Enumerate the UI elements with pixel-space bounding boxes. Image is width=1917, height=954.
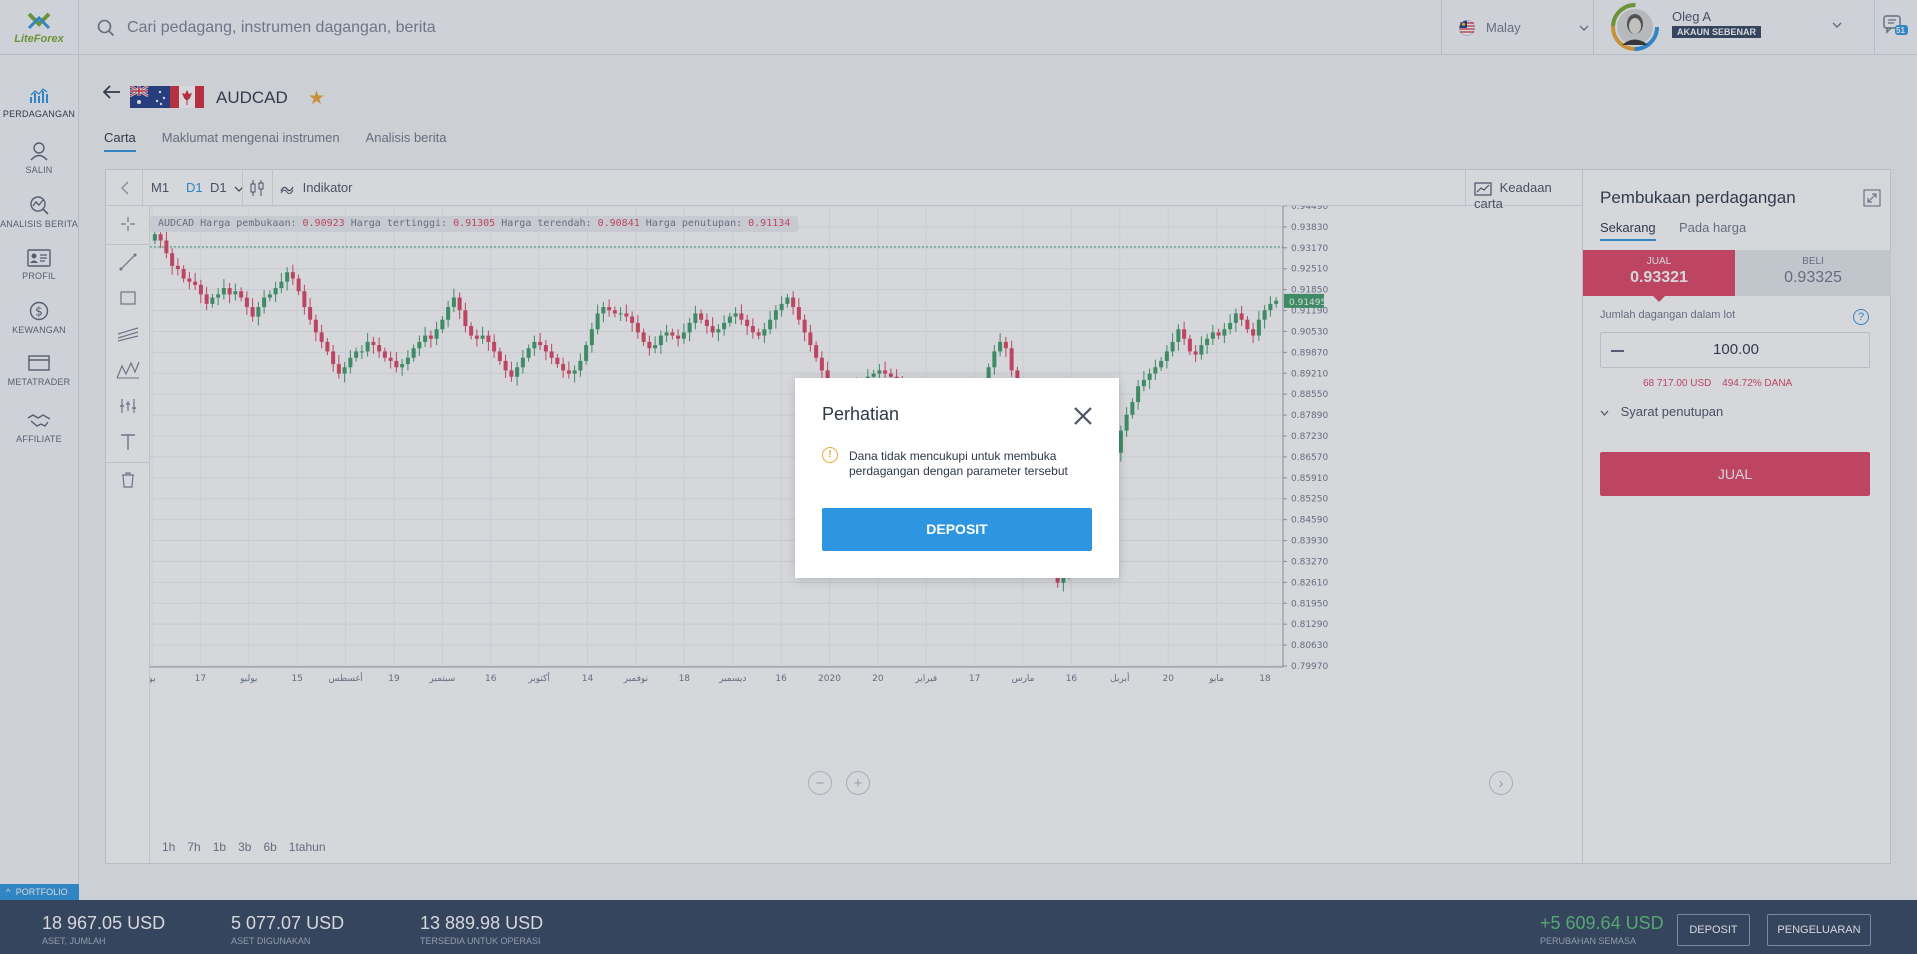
- insufficient-funds-dialog: Perhatian ! Dana tidak mencukupi untuk m…: [795, 378, 1119, 578]
- close-icon[interactable]: [1071, 404, 1095, 428]
- dialog-deposit-button[interactable]: DEPOSIT: [822, 508, 1092, 551]
- warning-icon: !: [822, 447, 838, 463]
- dialog-title: Perhatian: [822, 404, 900, 424]
- dialog-message: Dana tidak mencukupi untuk membuka perda…: [849, 449, 1068, 478]
